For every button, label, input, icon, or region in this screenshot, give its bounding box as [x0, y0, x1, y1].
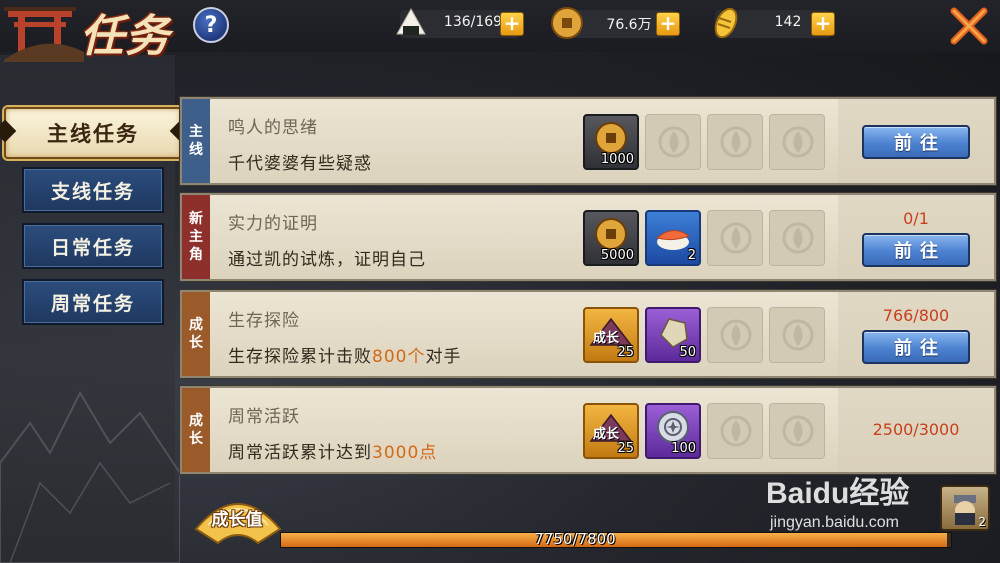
- stamina-resource: 136/169 +: [396, 7, 524, 38]
- stone-reward-icon: [660, 318, 688, 348]
- empty-reward-slot: [707, 114, 763, 170]
- quest-title: 周常活跃: [228, 407, 300, 427]
- page-title: 任务: [80, 11, 170, 62]
- empty-reward-slot: [645, 114, 701, 170]
- empty-reward-slot: [707, 210, 763, 266]
- coin-value: 76.6万: [606, 17, 652, 33]
- go-button[interactable]: 前往: [862, 125, 970, 159]
- reward-slot[interactable]: 100: [645, 403, 701, 459]
- leaf-emblem-icon: [782, 415, 814, 447]
- reward-slot[interactable]: 成长 25: [583, 307, 639, 363]
- quest-row: 新 主 角 实力的证明 通过凯的试炼，证明自己 5000 2 0/1 前往: [180, 193, 996, 281]
- reward-slot[interactable]: 5000: [583, 210, 639, 266]
- quest-title: 实力的证明: [228, 214, 318, 234]
- gold-ingot-icon: [714, 7, 738, 39]
- quest-row: 主 线 鸣人的思绪 千代婆婆有些疑惑 1000 前往: [180, 97, 996, 185]
- leaf-emblem-icon: [720, 222, 752, 254]
- tab-main-quests[interactable]: 主线任务: [4, 107, 182, 159]
- reward-slot[interactable]: 1000: [583, 114, 639, 170]
- quest-progress: 766/800: [882, 306, 950, 325]
- baidu-watermark: Baidu经验 jingyan.baidu.com: [766, 477, 910, 531]
- empty-reward-slot: [769, 210, 825, 266]
- empty-reward-slot: [707, 403, 763, 459]
- add-gold-button[interactable]: +: [811, 12, 835, 36]
- quest-title: 生存探险: [228, 311, 300, 331]
- leaf-emblem-icon: [720, 126, 752, 158]
- help-button[interactable]: ?: [193, 7, 229, 43]
- tab-weekly-quests[interactable]: 周常任务: [22, 279, 164, 325]
- coin-icon: [551, 7, 583, 39]
- reward-slot[interactable]: 成长 25: [583, 403, 639, 459]
- quest-row: 成 长 生存探险 生存探险累计击败800个对手 成长 25 50 766/800…: [180, 290, 996, 378]
- go-button[interactable]: 前往: [862, 330, 970, 364]
- ninja-portrait-icon: [954, 495, 976, 525]
- quest-type-tag: 主 线: [182, 99, 210, 183]
- avatar[interactable]: 2: [940, 485, 990, 531]
- quest-type-tag: 新 主 角: [182, 195, 210, 279]
- close-icon[interactable]: [948, 5, 990, 47]
- leaf-emblem-icon: [782, 126, 814, 158]
- reward-slot[interactable]: 50: [645, 307, 701, 363]
- tab-daily-quests[interactable]: 日常任务: [22, 223, 164, 269]
- tab-side-quests[interactable]: 支线任务: [22, 167, 164, 213]
- silver-coin-reward-icon: [657, 411, 689, 443]
- quest-type-tag: 成 长: [182, 292, 210, 376]
- rice-ball-icon: [396, 7, 426, 35]
- leaf-emblem-icon: [658, 126, 690, 158]
- coin-reward-icon: [595, 122, 627, 154]
- growth-label: 成长值: [211, 510, 263, 530]
- quest-description: 生存探险累计击败800个对手: [228, 347, 462, 367]
- stamina-value: 136/169: [443, 14, 503, 30]
- coin-reward-icon: [595, 218, 627, 250]
- quest-description: 周常活跃累计达到3000点: [228, 443, 438, 463]
- quest-title: 鸣人的思绪: [228, 118, 318, 138]
- quest-progress: 2500/3000: [872, 420, 960, 439]
- empty-reward-slot: [769, 114, 825, 170]
- leaf-emblem-icon: [782, 222, 814, 254]
- leaf-emblem-icon: [720, 319, 752, 351]
- leaf-emblem-icon: [720, 415, 752, 447]
- quest-description: 通过凯的试炼，证明自己: [228, 250, 426, 270]
- go-button[interactable]: 前往: [862, 233, 970, 267]
- mountain-ink-painting: [0, 390, 180, 563]
- add-coin-button[interactable]: +: [656, 12, 680, 36]
- quest-row: 成 长 周常活跃 周常活跃累计达到3000点 成长 25 100 2500/30…: [180, 386, 996, 474]
- empty-reward-slot: [769, 403, 825, 459]
- empty-reward-slot: [769, 307, 825, 363]
- quest-progress: 0/1: [903, 209, 929, 228]
- gold-resource: 142 +: [714, 7, 835, 39]
- coin-resource: 76.6万 +: [551, 7, 680, 39]
- leaf-emblem-icon: [782, 319, 814, 351]
- reward-slot[interactable]: 2: [645, 210, 701, 266]
- quest-type-tag: 成 长: [182, 388, 210, 472]
- empty-reward-slot: [707, 307, 763, 363]
- add-stamina-button[interactable]: +: [500, 12, 524, 36]
- quest-description: 千代婆婆有些疑惑: [228, 154, 372, 174]
